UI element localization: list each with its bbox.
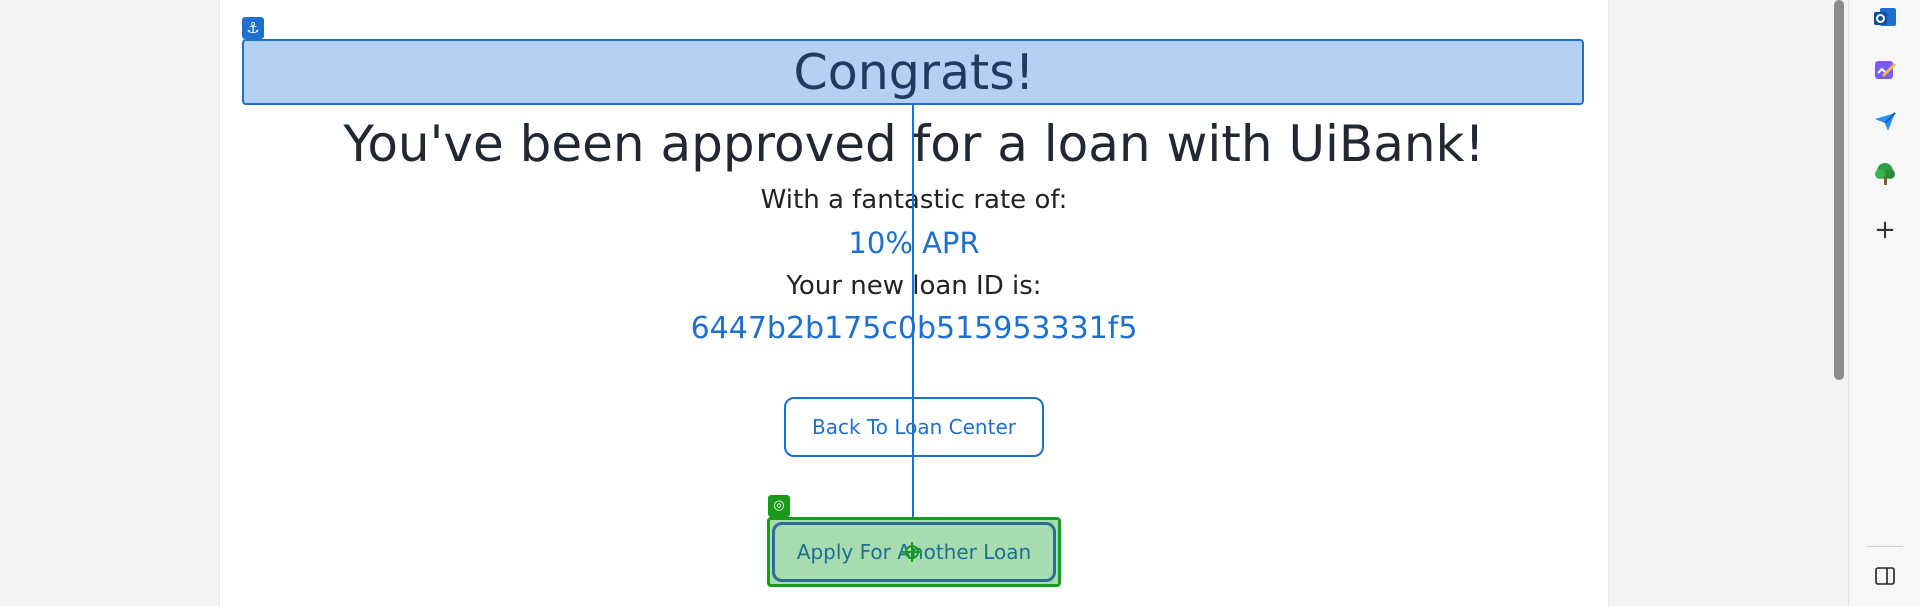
outlook-icon[interactable] [1869, 2, 1901, 34]
loan-id-value: 6447b2b175c0b515953331f5 [690, 311, 1138, 346]
back-to-loan-center-button[interactable]: Back To Loan Center [784, 397, 1044, 457]
tree-icon[interactable] [1869, 158, 1901, 190]
rate-label: With a fantastic rate of: [760, 185, 1068, 215]
edge-sidebar: + [1848, 0, 1920, 606]
rate-value: 10% APR [848, 226, 980, 260]
anchor-icon: ⚓ [242, 17, 264, 39]
send-icon[interactable] [1869, 106, 1901, 138]
congrats-heading: Congrats! [793, 44, 1035, 101]
target-icon: ◎ [768, 495, 790, 517]
scrollbar-thumb[interactable] [1834, 0, 1844, 380]
sidebar-divider [1867, 546, 1903, 547]
loan-id-label: Your new loan ID is: [786, 271, 1042, 301]
plus-icon[interactable]: + [1869, 214, 1901, 246]
sidebar-toggle-icon[interactable] [1869, 560, 1901, 592]
page-content: Congrats! You've been approved for a loa… [220, 0, 1608, 606]
connector-line [912, 105, 914, 517]
designer-icon[interactable] [1869, 54, 1901, 86]
approval-headline: You've been approved for a loan with UiB… [343, 115, 1485, 173]
crosshair-icon [902, 542, 922, 562]
